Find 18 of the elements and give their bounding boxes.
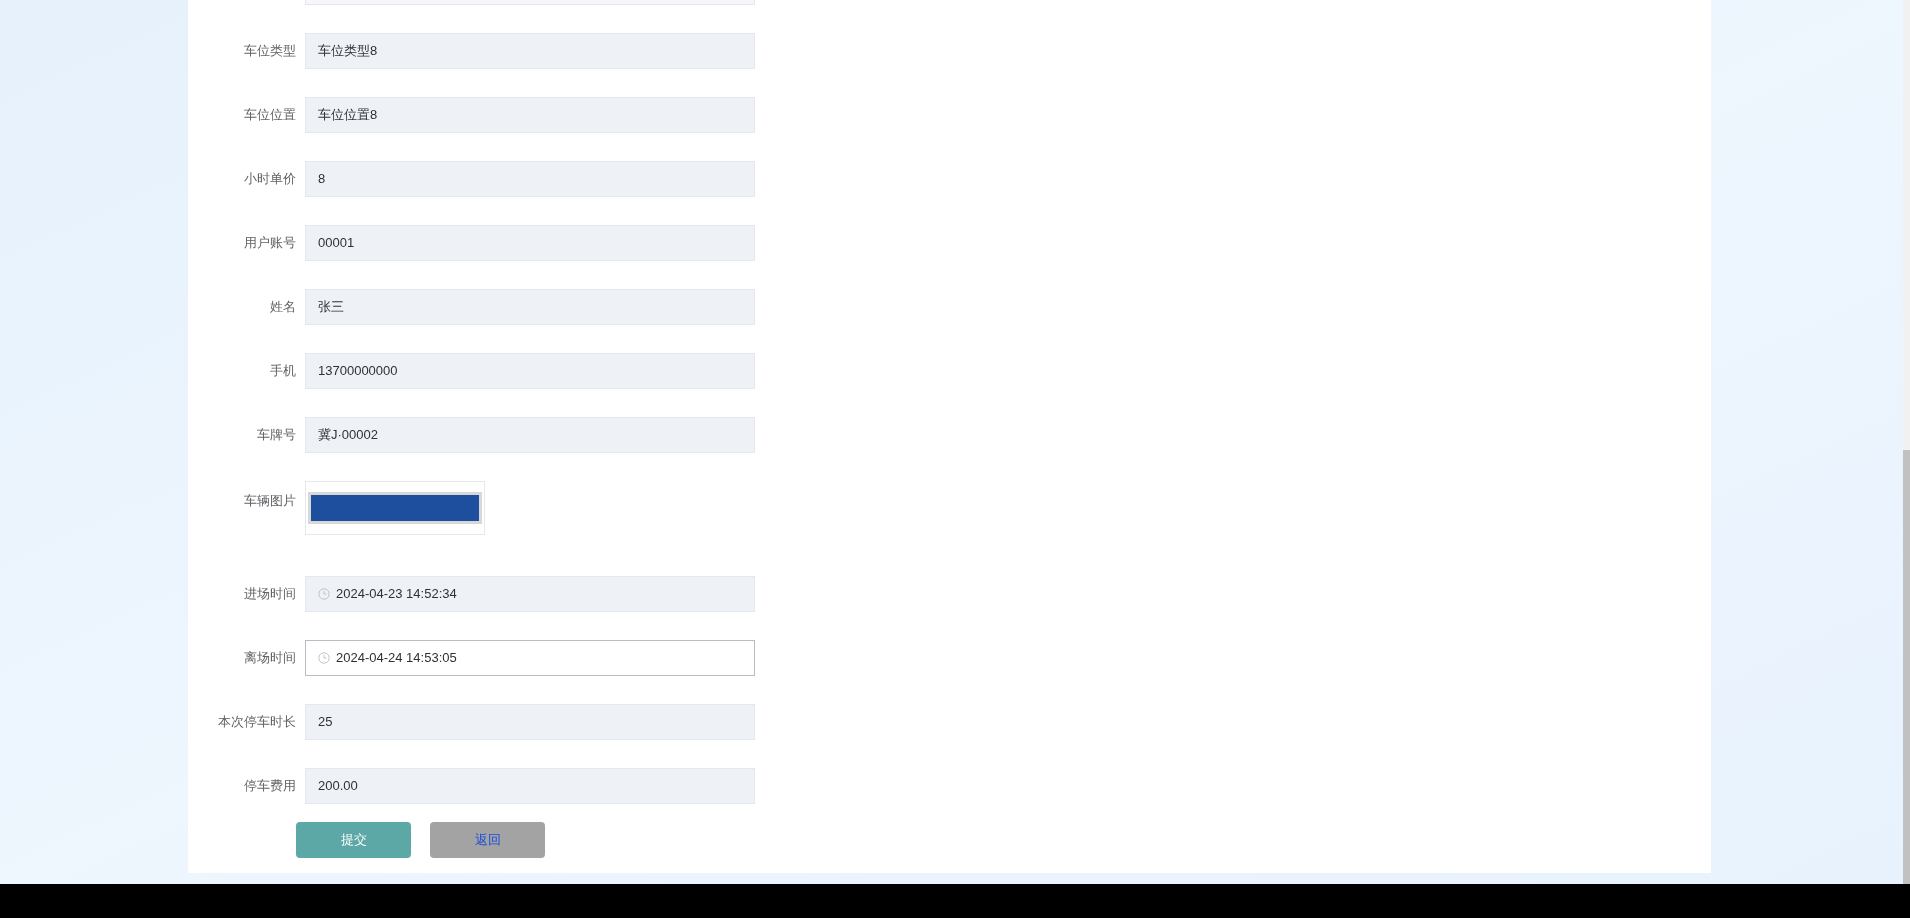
field-label: 姓名: [269, 298, 296, 317]
field-label: 车辆图片: [243, 492, 296, 510]
field-label: 停车费用: [243, 777, 296, 796]
field-label: 进场时间: [243, 585, 296, 604]
field-label: 车位类型: [243, 42, 296, 61]
field-label: 手机: [269, 362, 296, 381]
date-time-field[interactable]: 2024-04-24 14:53:05: [305, 640, 755, 676]
field-label: 离场时间: [243, 649, 296, 668]
scrollbar[interactable]: [1903, 0, 1910, 884]
clock-icon: [318, 652, 330, 664]
field-label: 车牌号: [256, 426, 296, 445]
clock-icon: [318, 588, 330, 600]
field-label: 用户账号: [243, 234, 296, 253]
field-label: 小时单价: [243, 170, 296, 189]
date-time-value: 2024-04-23 14:52:34: [336, 585, 457, 604]
field-label: 本次停车时长: [217, 713, 296, 732]
date-time-value: 2024-04-24 14:53:05: [336, 649, 457, 668]
field-label: 车位位置: [243, 106, 296, 125]
